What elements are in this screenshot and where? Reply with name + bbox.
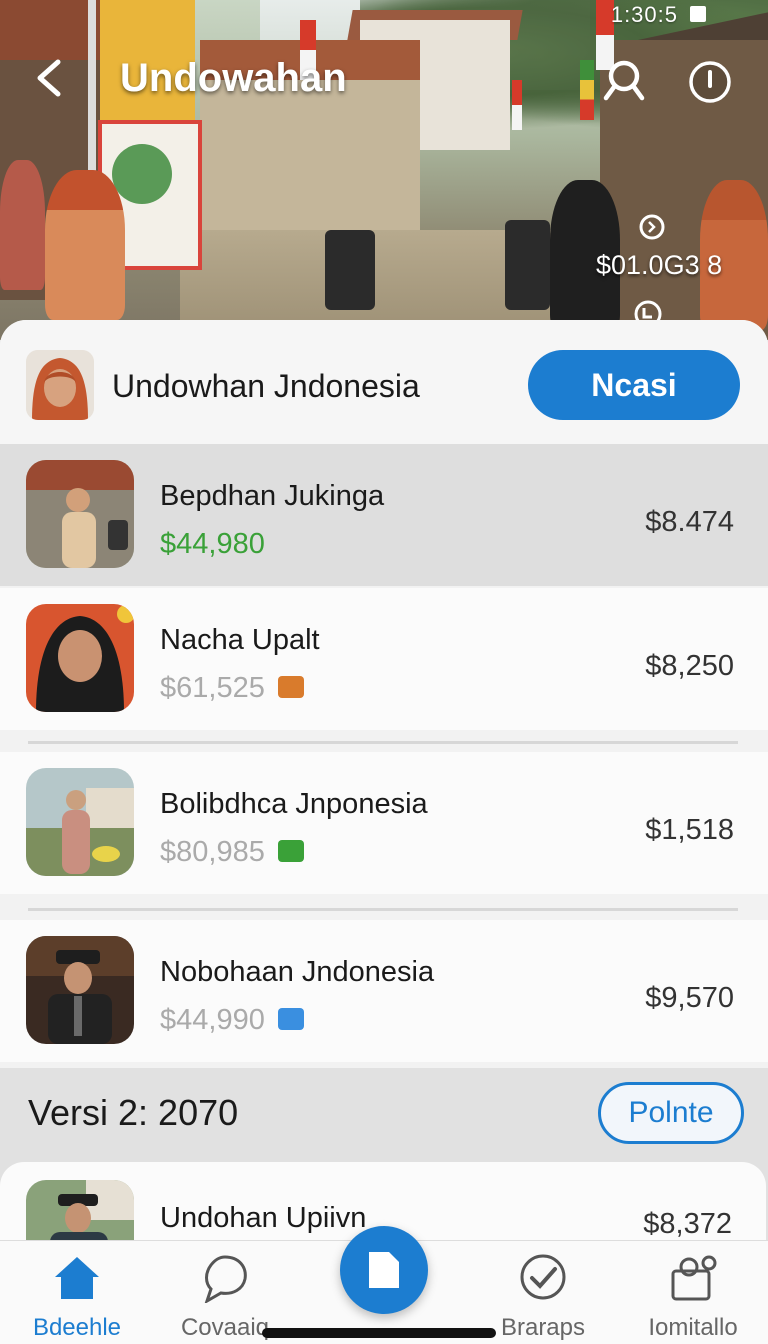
primary-action-button[interactable]: Ncasi	[528, 350, 740, 420]
item-thumbnail	[26, 768, 134, 876]
chevron-left-icon	[37, 59, 61, 97]
info-button[interactable]	[688, 60, 732, 104]
item-value: $9,570	[645, 982, 734, 1014]
top-nav: Undowahan	[0, 50, 768, 110]
content-sheet: Undowhan Jndonesia Ncasi Bepdhan Jukinga…	[0, 320, 768, 1344]
list-item[interactable]: Nacha Upalt $61,525 $8,250	[0, 588, 768, 730]
item-thumbnail	[26, 936, 134, 1044]
item-value: $1,518	[645, 814, 734, 846]
item-name: Bolibdhca Jnponesia	[160, 788, 428, 820]
home-indicator[interactable]	[262, 1328, 496, 1338]
status-time: 1:30:5	[610, 2, 678, 27]
avatar	[26, 350, 94, 420]
item-name: Undohan Upiivn	[160, 1202, 367, 1234]
section-title: Versi 2: 2070	[28, 1092, 239, 1133]
search-button[interactable]	[600, 56, 648, 104]
header-row: Undowhan Jndonesia Ncasi	[0, 320, 768, 444]
center-action-button[interactable]	[340, 1226, 428, 1314]
hero-pin-icon	[639, 214, 665, 240]
section-action-button[interactable]: Polnte	[598, 1082, 744, 1144]
tab-home[interactable]: Bdeehle	[12, 1251, 142, 1341]
tab-profile[interactable]: Iomitallo	[628, 1251, 758, 1341]
item-thumbnail	[26, 604, 134, 712]
item-value: $8.474	[645, 506, 734, 538]
tag-icon	[278, 1008, 304, 1030]
item-price: $61,525	[160, 672, 265, 704]
item-value: $8,372	[643, 1208, 732, 1240]
tab-label: Bdeehle	[32, 1314, 122, 1341]
section-header: Versi 2: 2070 Polnte	[0, 1068, 768, 1162]
divider	[28, 741, 738, 744]
item-price: $44,990	[160, 1004, 265, 1036]
list-item[interactable]: Nobohaan Jndonesia $44,990 $9,570	[0, 920, 768, 1062]
search-icon	[603, 60, 645, 101]
tag-icon	[278, 840, 304, 862]
tag-icon	[278, 676, 304, 698]
document-icon	[369, 1252, 399, 1288]
item-price: $80,985	[160, 836, 265, 868]
chat-bubble-icon	[204, 1255, 247, 1305]
divider	[28, 908, 738, 911]
info-icon	[689, 61, 731, 103]
list-item[interactable]: Bepdhan Jukinga $44,980 $8.474	[0, 444, 768, 586]
item-price: $44,980	[160, 528, 265, 560]
profile-icon	[671, 1255, 717, 1301]
list-item[interactable]: Bolibdhca Jnponesia $80,985 $1,518	[0, 752, 768, 894]
item-name: Nobohaan Jndonesia	[160, 956, 435, 988]
battery-icon	[690, 6, 706, 22]
item-value: $8,250	[645, 650, 734, 682]
page-title: Undowahan	[120, 56, 347, 100]
back-button[interactable]	[30, 56, 70, 100]
item-name: Nacha Upalt	[160, 624, 320, 656]
tab-tasks[interactable]: Braraps	[478, 1251, 608, 1341]
home-icon	[55, 1257, 99, 1299]
tab-label: Iomitallo	[648, 1314, 738, 1341]
hero-amount: $01.0G3 8	[596, 250, 723, 280]
item-name: Bepdhan Jukinga	[160, 480, 385, 512]
tab-label: Braraps	[500, 1314, 586, 1341]
item-thumbnail	[26, 460, 134, 568]
header-title: Undowhan Jndonesia	[112, 368, 420, 404]
check-circle-icon	[520, 1254, 566, 1300]
